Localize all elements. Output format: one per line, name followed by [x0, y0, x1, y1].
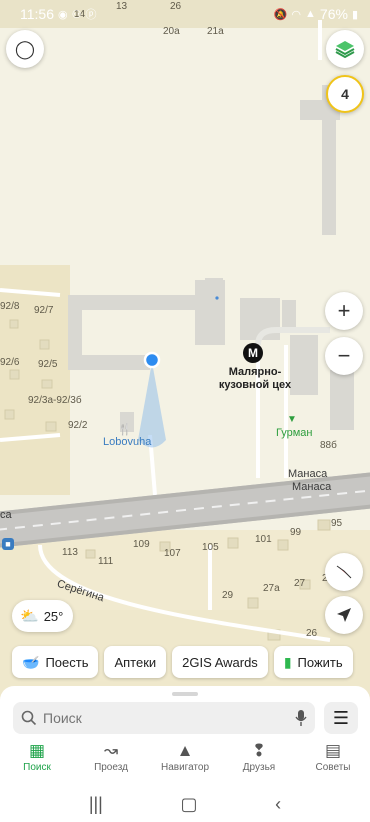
- hamburger-icon: ☰: [332, 707, 350, 728]
- house-number: 92/8: [0, 301, 20, 312]
- tab-label: Навигатор: [160, 762, 210, 773]
- battery-icon: ▮: [351, 8, 358, 21]
- house-number: 101: [255, 534, 272, 545]
- signal-icon: ▲: [305, 8, 316, 20]
- category-chips: 🥣 Поесть Аптеки 2GIS Awards ▮ Пожить: [12, 646, 353, 678]
- poi-gurman-label[interactable]: Гурман: [276, 428, 312, 439]
- status-bar: 11:56 ◉ ⚇ ⓟ 🔕 ◠ ▲ 76% ▮: [0, 0, 370, 28]
- microphone-icon[interactable]: [295, 709, 307, 727]
- menu-button[interactable]: ☰: [324, 702, 358, 734]
- tips-icon: ▤: [324, 741, 342, 760]
- map-graphics: [0, 0, 370, 700]
- home-icon[interactable]: ▢: [180, 794, 197, 815]
- partly-cloudy-icon: ⛅: [20, 608, 39, 625]
- bus-stop-icon[interactable]: ■: [2, 538, 14, 550]
- battery-level: 76%: [319, 6, 348, 22]
- minus-icon: −: [337, 343, 351, 368]
- whatsapp-icon: ◉: [58, 8, 68, 21]
- location-arrow-icon: [337, 608, 351, 622]
- wifi-icon: ◠: [291, 8, 302, 21]
- chip-awards[interactable]: 2GIS Awards: [172, 646, 268, 678]
- house-number: 92/6: [0, 357, 20, 368]
- house-number: 113: [62, 547, 78, 558]
- poi-lobovuha-label[interactable]: Lobovuha: [103, 437, 151, 448]
- tab-friends[interactable]: ❢ Друзья: [223, 742, 295, 784]
- house-number: 27: [294, 578, 306, 589]
- compass-icon: [336, 565, 352, 579]
- house-number: 20a: [163, 26, 180, 37]
- chip-label: Пожить: [297, 654, 343, 670]
- house-number: 27a: [263, 583, 280, 594]
- chip-label: 2GIS Awards: [182, 654, 258, 670]
- grocery-icon[interactable]: ▼: [286, 414, 298, 426]
- mute-icon: 🔕: [273, 8, 288, 21]
- tab-label: Поиск: [23, 762, 51, 773]
- navigator-icon: ▲: [176, 741, 194, 760]
- grid-icon: ▦: [28, 741, 46, 760]
- drag-handle[interactable]: [172, 692, 198, 696]
- house-number: 92/2: [68, 420, 88, 431]
- house-number: 92/7: [34, 305, 54, 316]
- poi-workshop-label[interactable]: Малярно-кузовной цех: [210, 366, 300, 391]
- search-input[interactable]: [43, 710, 295, 726]
- zoom-out-button[interactable]: −: [325, 337, 363, 375]
- chip-pharmacies[interactable]: Аптеки: [104, 646, 167, 678]
- plus-icon: +: [337, 298, 351, 323]
- route-icon: ↝: [103, 741, 119, 760]
- street-label: Манаса: [288, 468, 328, 480]
- search-icon: [21, 710, 37, 726]
- layers-button[interactable]: [326, 30, 364, 68]
- house-number: 92/3a-92/3б: [28, 395, 82, 406]
- house-number: 92/5: [38, 359, 58, 370]
- house-number: 95: [331, 518, 343, 529]
- compass-button[interactable]: [325, 553, 363, 591]
- bowl-icon: 🥣: [22, 653, 40, 670]
- my-location-button[interactable]: [325, 596, 363, 634]
- house-number: 26: [306, 628, 318, 639]
- traffic-score: 4: [341, 86, 349, 102]
- pinterest-icon: ⓟ: [85, 9, 97, 21]
- bottom-tabs: ▦ Поиск ↝ Проезд ▲ Навигатор ❢ Друзья ▤ …: [0, 742, 370, 784]
- chip-stay[interactable]: ▮ Пожить: [273, 646, 353, 678]
- tab-search[interactable]: ▦ Поиск: [1, 742, 73, 784]
- tab-route[interactable]: ↝ Проезд: [75, 742, 147, 784]
- weather-temperature: 25°: [43, 608, 64, 624]
- user-icon: ◯: [14, 39, 36, 59]
- suitcase-icon: ▮: [283, 653, 292, 670]
- house-number: 105: [202, 542, 219, 553]
- chip-label: Поесть: [45, 654, 89, 670]
- profile-button[interactable]: ◯: [6, 30, 44, 68]
- house-number: 107: [164, 548, 181, 559]
- chip-label: Аптеки: [114, 654, 157, 670]
- street-label: Манаса: [292, 481, 332, 493]
- traffic-score-button[interactable]: 4: [326, 75, 364, 113]
- search-bar[interactable]: [13, 702, 315, 734]
- friends-icon: ❢: [251, 741, 267, 760]
- back-icon[interactable]: ‹: [275, 794, 281, 815]
- house-number: 109: [133, 539, 150, 550]
- bottom-panel: ☰ ▦ Поиск ↝ Проезд ▲ Навигатор ❢ Друзья …: [0, 686, 370, 822]
- tab-label: Проезд: [94, 762, 128, 773]
- tab-tips[interactable]: ▤ Советы: [297, 742, 369, 784]
- street-label: са: [0, 509, 12, 521]
- connection-icon: ⚇: [71, 8, 82, 21]
- chip-eat[interactable]: 🥣 Поесть: [12, 646, 99, 678]
- tab-label: Советы: [315, 762, 351, 773]
- weather-widget[interactable]: ⛅ 25°: [12, 600, 74, 632]
- house-number: 29: [222, 590, 234, 601]
- house-number: 21a: [207, 26, 224, 37]
- workshop-icon[interactable]: M: [243, 343, 263, 363]
- restaurant-icon[interactable]: 🍴: [118, 423, 132, 437]
- system-navigation-bar: ||| ▢ ‹: [0, 786, 370, 822]
- recent-apps-icon[interactable]: |||: [89, 794, 103, 815]
- map-canvas[interactable]: 13 14 26 20a 21a 92/8 92/7 92/6 92/5 92/…: [0, 0, 370, 700]
- status-time: 11:56: [20, 6, 54, 22]
- tab-label: Друзья: [242, 762, 276, 773]
- layers-icon: [335, 41, 355, 59]
- tab-navigator[interactable]: ▲ Навигатор: [149, 742, 221, 784]
- house-number: 111: [98, 556, 114, 567]
- zoom-in-button[interactable]: +: [325, 292, 363, 330]
- house-number: 99: [290, 527, 302, 538]
- house-number: 88б: [320, 440, 337, 451]
